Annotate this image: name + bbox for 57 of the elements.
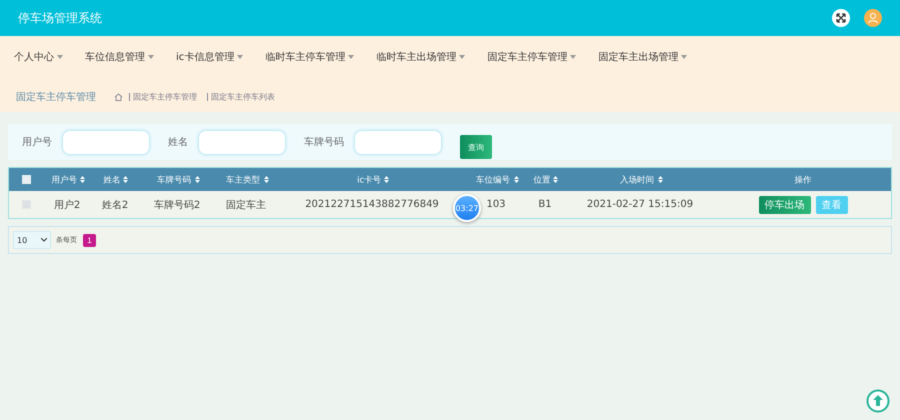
- column-header[interactable]: 操作: [794, 174, 812, 186]
- field-label: 用户号: [22, 136, 52, 149]
- table-cell-text: 用户2: [52, 198, 82, 212]
- select-all-checkbox[interactable]: [22, 175, 30, 184]
- sort-icon[interactable]: [658, 176, 663, 183]
- column-header[interactable]: 用户号: [51, 174, 77, 186]
- search-field[interactable]: [198, 130, 286, 154]
- column-header[interactable]: 车位编号: [476, 174, 510, 186]
- menu-item[interactable]: 固定车主停车管理: [485, 50, 586, 64]
- column-header[interactable]: 位置: [534, 174, 550, 186]
- column-header[interactable]: 车主类型: [226, 174, 260, 186]
- chevron-down-icon: [41, 238, 47, 242]
- breadcrumb-item[interactable]: 固定车主停车管理: [133, 91, 197, 103]
- sort-icon[interactable]: [264, 176, 269, 183]
- caret-icon: [57, 55, 63, 59]
- menu-item[interactable]: 固定车主出场管理: [596, 50, 698, 64]
- user-avatar-icon[interactable]: [864, 9, 882, 27]
- home-icon[interactable]: [114, 93, 123, 101]
- search-button[interactable]: 查询: [460, 135, 492, 159]
- field-label: 车牌号码: [304, 136, 344, 149]
- exit-button[interactable]: 停车出场: [758, 196, 810, 214]
- search-field[interactable]: [354, 130, 442, 154]
- sort-icon[interactable]: [553, 176, 558, 183]
- caret-icon: [148, 55, 154, 59]
- column-header[interactable]: ic卡号: [356, 174, 382, 186]
- caret-icon: [570, 55, 576, 59]
- table-cell-text: 姓名2: [100, 198, 130, 212]
- table-cell-text: 固定车主: [225, 198, 267, 212]
- caret-icon: [348, 55, 354, 59]
- column-header[interactable]: 车牌号码: [157, 174, 191, 186]
- sort-icon[interactable]: [384, 176, 390, 183]
- back-to-top-icon[interactable]: [866, 389, 890, 413]
- caret-icon: [681, 55, 688, 59]
- menu-item[interactable]: 车位信息管理: [83, 50, 164, 64]
- app-title: 停车场管理系统: [18, 10, 102, 26]
- table-cell-text: 2021-02-27 15:15:09: [586, 199, 694, 210]
- sort-icon[interactable]: [123, 176, 128, 183]
- caret-icon: [459, 55, 466, 59]
- page-button[interactable]: 1: [83, 234, 96, 246]
- menu-item[interactable]: 个人中心: [12, 50, 73, 64]
- fullscreen-icon[interactable]: [832, 9, 850, 27]
- field-label: 姓名: [168, 136, 188, 149]
- sort-icon[interactable]: [514, 176, 519, 183]
- table-cell-text: 车牌号码2: [152, 198, 202, 212]
- page-title: 固定车主停车管理: [16, 90, 96, 104]
- column-header[interactable]: 入场时间: [620, 174, 654, 186]
- menu-item[interactable]: 临时车主出场管理: [374, 50, 476, 64]
- breadcrumb-item[interactable]: 固定车主停车列表: [211, 91, 275, 103]
- page-size-select[interactable]: 10: [13, 231, 51, 249]
- menu-item[interactable]: 临时车主停车管理: [263, 50, 364, 64]
- caret-icon: [237, 55, 244, 59]
- sort-icon[interactable]: [80, 176, 85, 183]
- search-field[interactable]: [62, 130, 150, 154]
- sort-icon[interactable]: [195, 176, 200, 183]
- menu-item[interactable]: ic卡信息管理: [174, 50, 254, 64]
- table-cell-text: B1: [537, 199, 553, 210]
- column-header[interactable]: 姓名: [104, 174, 120, 186]
